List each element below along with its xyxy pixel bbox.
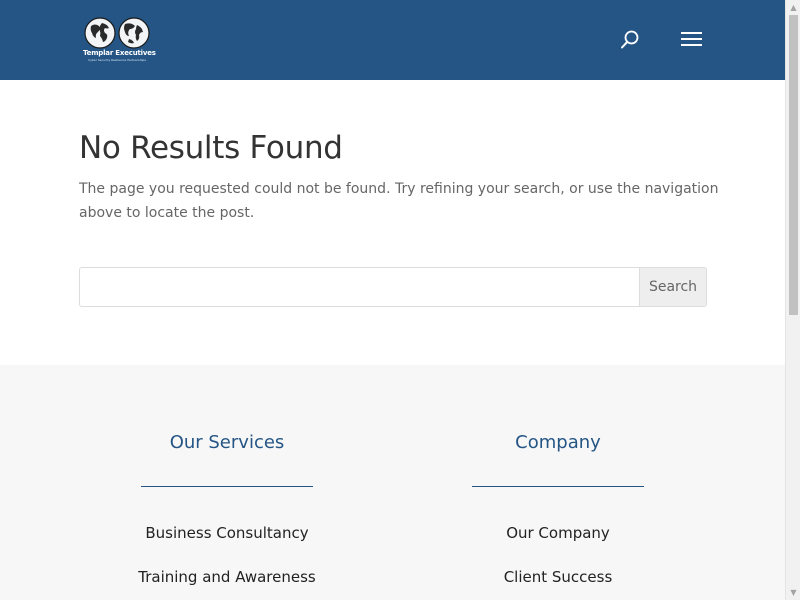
logo-tagline: Cyber Security Resilience Partnerships xyxy=(88,58,146,62)
search-input[interactable] xyxy=(79,267,640,307)
logo-title: Templar Executives xyxy=(83,49,156,57)
site-logo[interactable]: Templar Executives Cyber Security Resili… xyxy=(83,17,156,63)
footer-heading: Our Services xyxy=(169,432,285,453)
footer-link-business-consultancy[interactable]: Business Consultancy xyxy=(107,524,347,542)
search-form: Search xyxy=(79,267,707,307)
search-icon[interactable] xyxy=(618,28,642,52)
scroll-down-arrow-icon[interactable]: ▼ xyxy=(786,585,800,600)
footer-divider xyxy=(141,486,313,487)
site-header: Templar Executives Cyber Security Resili… xyxy=(0,0,785,80)
vertical-scrollbar[interactable]: ▲ ▼ xyxy=(785,0,800,600)
hamburger-menu-icon[interactable] xyxy=(678,28,704,52)
not-found-message: The page you requested could not be foun… xyxy=(79,181,719,221)
site-footer: Our Services Business Consultancy Traini… xyxy=(0,365,785,600)
footer-link-training-and-awareness[interactable]: Training and Awareness xyxy=(107,568,347,586)
footer-divider xyxy=(472,486,644,487)
search-button[interactable]: Search xyxy=(639,267,707,307)
scroll-up-arrow-icon[interactable]: ▲ xyxy=(786,0,800,15)
footer-link-client-success[interactable]: Client Success xyxy=(438,568,678,586)
scrollbar-thumb[interactable] xyxy=(789,15,798,315)
footer-link-our-company[interactable]: Our Company xyxy=(438,524,678,542)
globe-icon xyxy=(84,17,150,49)
footer-heading: Company xyxy=(515,432,601,453)
page-title: No Results Found xyxy=(79,130,343,166)
